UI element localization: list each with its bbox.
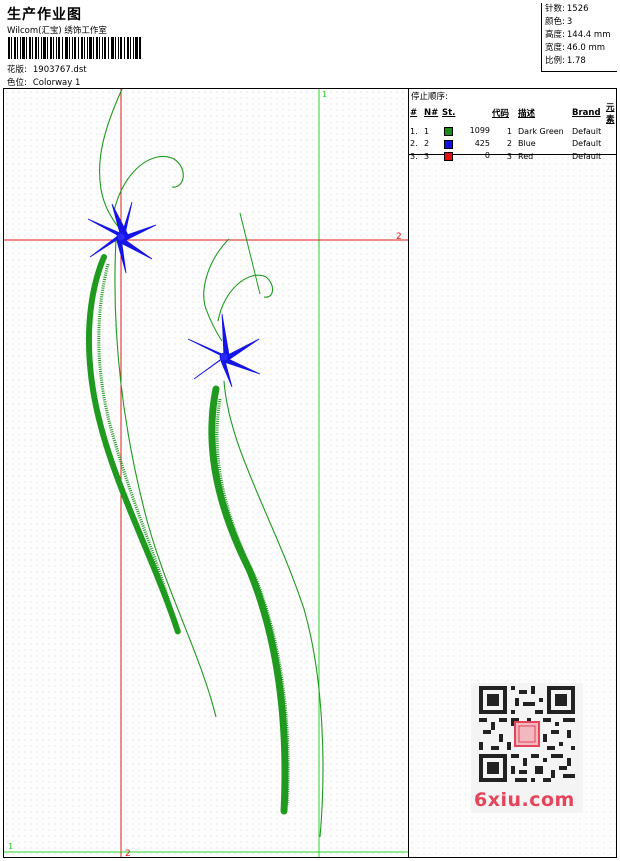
company-name: Wilcom(汇宝) 绣饰工作室 xyxy=(7,26,107,36)
sheet-title: 生产作业图 xyxy=(7,7,82,23)
guide-label-h2: 2 xyxy=(396,232,402,242)
qr-code-icon xyxy=(479,686,575,782)
watermark-site-name: 6xiu.com xyxy=(474,789,575,811)
left-flower-stem-group xyxy=(85,89,217,718)
col-element: 元素 xyxy=(606,103,615,125)
table-row[interactable]: 1. 1 1099 1 Dark Green Default xyxy=(409,125,616,138)
col-index: # xyxy=(410,108,418,118)
design-file-row: 花版: 1903767.dst xyxy=(7,63,87,75)
stat-scale: 比例: 1.78 xyxy=(545,56,586,66)
design-canvas[interactable]: 1 2 2 1 xyxy=(3,89,409,858)
barcode-icon xyxy=(8,37,141,59)
col-stitches: St. xyxy=(442,108,456,118)
embroidery-preview: 1 2 2 1 xyxy=(4,89,408,858)
table-row[interactable]: 2. 2 425 2 Blue Default xyxy=(409,138,616,151)
design-stats-box: 针数: 1526 颜色: 3 高度: 144.4 mm 宽度: 46.0 mm 比例: 1… xyxy=(541,3,617,72)
col-code: 代码 xyxy=(492,109,510,119)
guide-label-v2: 2 xyxy=(125,849,131,858)
table-header-row: # N# St. 代码 描述 Brand 元素 xyxy=(409,101,616,125)
colorway-name: Colorway 1 xyxy=(32,78,81,88)
color-swatch-red xyxy=(444,152,453,162)
left-flower-icon xyxy=(87,201,157,274)
color-swatch-dark-green xyxy=(444,127,453,137)
col-brand: Brand xyxy=(572,108,601,118)
stat-color-count: 颜色: 3 xyxy=(545,17,573,27)
col-needle: N# xyxy=(424,108,439,118)
stat-stitch-count: 针数: 1526 xyxy=(545,4,589,14)
colorway-label: 色位: xyxy=(7,78,27,88)
design-label: 花版: xyxy=(7,65,27,75)
production-sheet: 生产作业图 Wilcom(汇宝) 绣饰工作室 花版: 1903767.dst 色… xyxy=(0,0,620,861)
right-flower-icon xyxy=(187,313,261,388)
guide-label-h1: 1 xyxy=(8,842,13,851)
color-swatch-blue xyxy=(444,139,453,149)
stat-width: 宽度: 46.0 mm xyxy=(545,43,606,53)
stop-sequence-section: 停止顺序: # N# St. 代码 描述 Brand 元素 1. 1 1099 … xyxy=(409,89,616,162)
colorway-row: 色位: Colorway 1 xyxy=(7,76,80,88)
right-flower-stem-group xyxy=(203,212,324,838)
table-row[interactable]: 3. 3 0 3 Red Default xyxy=(409,150,616,163)
guide-label-v1: 1 xyxy=(322,90,327,99)
col-description: 描述 xyxy=(518,109,536,119)
sheet-header: 生产作业图 Wilcom(汇宝) 绣饰工作室 花版: 1903767.dst 色… xyxy=(3,3,617,89)
stat-height: 高度: 144.4 mm xyxy=(545,30,611,40)
design-file-name: 1903767.dst xyxy=(32,65,87,75)
stop-sequence-table: # N# St. 代码 描述 Brand 元素 1. 1 1099 1 Dark… xyxy=(409,101,616,163)
